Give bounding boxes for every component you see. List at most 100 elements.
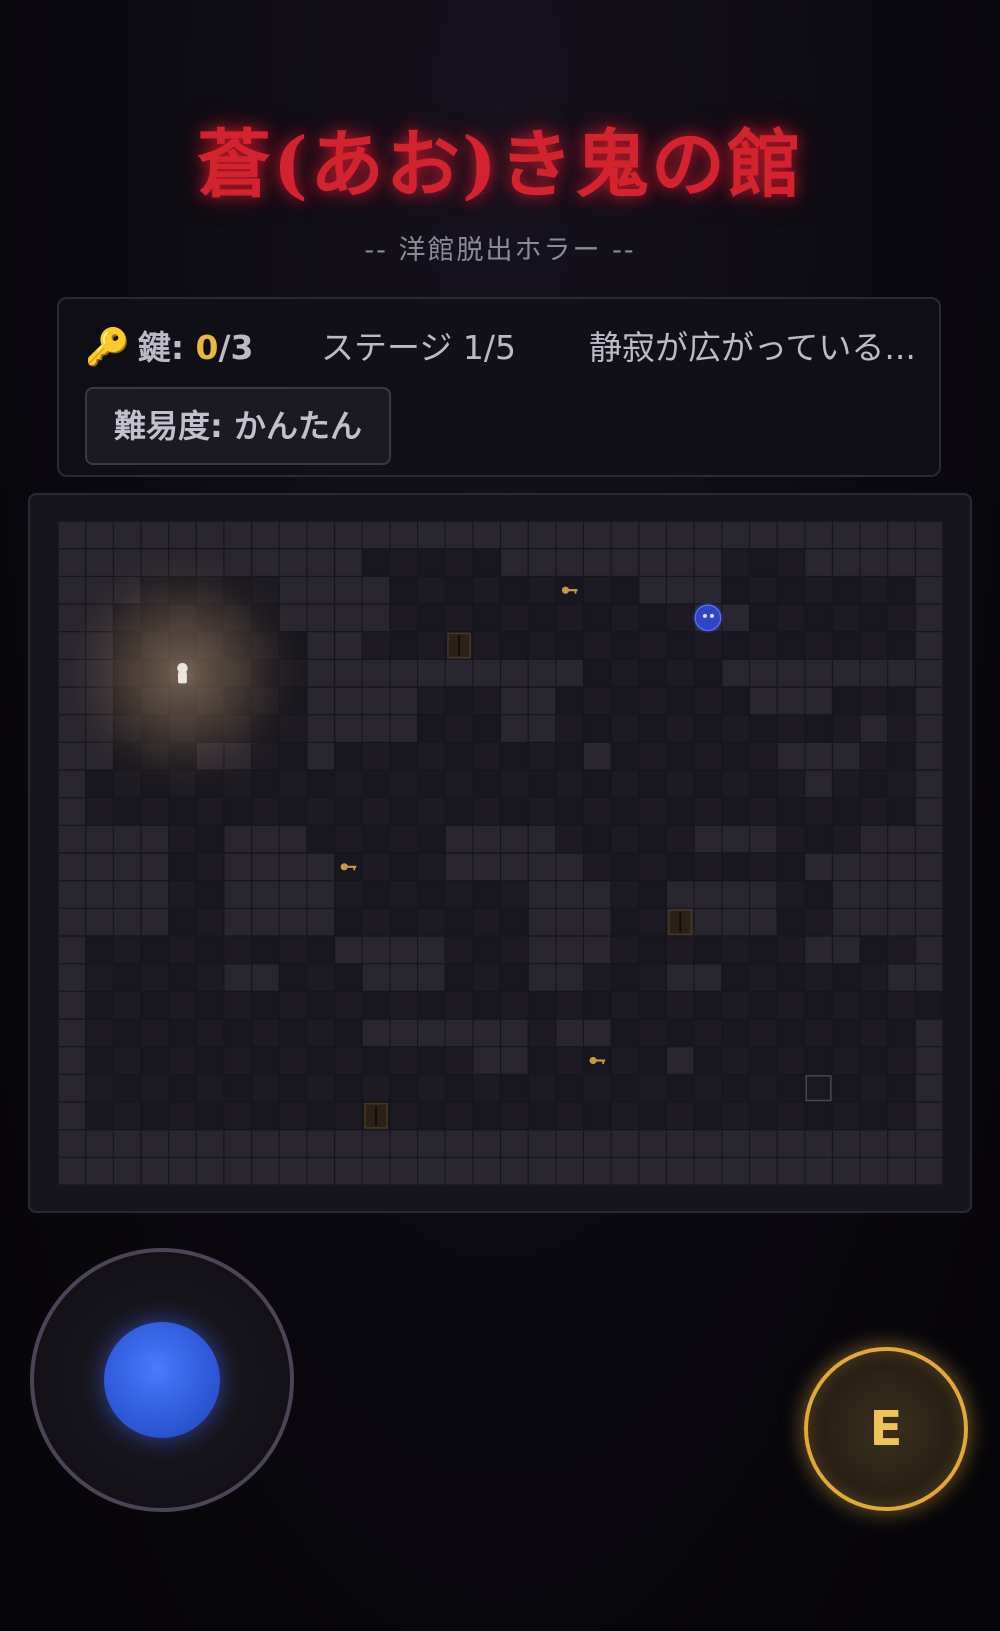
floor-tile xyxy=(611,687,639,715)
wall-tile xyxy=(805,770,832,798)
floor-tile xyxy=(418,687,445,715)
wall-tile xyxy=(445,521,473,549)
floor-tile xyxy=(307,936,334,964)
floor-tile xyxy=(777,881,805,908)
floor-tile xyxy=(279,991,307,1019)
floor-tile xyxy=(833,825,860,853)
floor-tile xyxy=(722,632,749,659)
floor-tile xyxy=(611,825,639,853)
floor-tile xyxy=(141,1074,169,1102)
wall-tile xyxy=(224,1130,251,1157)
joystick-knob[interactable] xyxy=(104,1322,220,1438)
floor-tile xyxy=(418,770,445,798)
floor-tile xyxy=(169,908,196,936)
floor-tile xyxy=(196,1074,224,1102)
wall-tile xyxy=(501,659,528,687)
wall-tile xyxy=(584,936,611,964)
wall-tile xyxy=(667,1130,694,1157)
wall-tile xyxy=(722,908,749,936)
wall-tile xyxy=(860,908,888,936)
floor-tile xyxy=(501,964,528,991)
floor-tile xyxy=(750,742,777,770)
wall-tile xyxy=(501,715,528,742)
floor-tile xyxy=(418,632,445,659)
floor-tile xyxy=(639,964,666,991)
floor-tile xyxy=(141,964,169,991)
wall-tile xyxy=(777,1157,805,1185)
floor-tile xyxy=(169,991,196,1019)
floor-tile xyxy=(335,742,362,770)
floor-tile xyxy=(750,964,777,991)
floor-tile xyxy=(833,604,860,632)
difficulty-button[interactable]: 難易度: かんたん xyxy=(85,387,391,465)
wall-tile xyxy=(141,881,169,908)
floor-tile xyxy=(501,798,528,825)
floor-tile xyxy=(639,1102,666,1130)
floor-tile xyxy=(750,715,777,742)
floor-tile xyxy=(501,1074,528,1102)
floor-tile xyxy=(833,1074,860,1102)
floor-tile xyxy=(639,742,666,770)
wall-tile xyxy=(362,1019,390,1047)
wall-tile xyxy=(833,742,860,770)
wall-tile xyxy=(279,1130,307,1157)
wall-tile xyxy=(113,853,141,881)
floor-tile xyxy=(611,1019,639,1047)
wall-tile xyxy=(528,964,556,991)
floor-tile xyxy=(639,715,666,742)
wall-tile xyxy=(58,908,86,936)
floor-tile xyxy=(196,908,224,936)
wall-tile xyxy=(528,1130,556,1157)
wall-tile xyxy=(224,1157,251,1185)
floor-tile xyxy=(279,1047,307,1074)
floor-tile xyxy=(252,1019,279,1047)
floor-tile xyxy=(722,576,749,604)
floor-tile xyxy=(833,576,860,604)
floor-tile xyxy=(777,632,805,659)
action-button[interactable]: E xyxy=(804,1347,968,1511)
wall-tile xyxy=(556,659,583,687)
wall-tile xyxy=(833,659,860,687)
wall-tile xyxy=(169,1157,196,1185)
stage-indicator: ステージ 1/5 xyxy=(321,328,516,367)
floor-tile xyxy=(418,1047,445,1074)
wall-tile xyxy=(141,1157,169,1185)
floor-tile xyxy=(694,1074,722,1102)
floor-tile xyxy=(390,1047,417,1074)
wall-tile xyxy=(694,1130,722,1157)
wall-tile xyxy=(860,715,888,742)
wall-tile xyxy=(528,853,556,881)
wall-tile xyxy=(501,549,528,576)
wall-tile xyxy=(860,659,888,687)
floor-tile xyxy=(777,1019,805,1047)
floor-tile xyxy=(750,632,777,659)
wall-tile xyxy=(473,853,500,881)
floor-tile xyxy=(169,964,196,991)
floor-tile xyxy=(501,908,528,936)
floor-tile xyxy=(777,604,805,632)
floor-tile xyxy=(418,798,445,825)
floor-tile xyxy=(473,798,500,825)
floor-tile xyxy=(888,798,915,825)
wall-tile xyxy=(915,549,943,576)
wall-tile xyxy=(58,964,86,991)
virtual-joystick[interactable] xyxy=(30,1248,294,1512)
floor-tile xyxy=(611,991,639,1019)
wall-tile xyxy=(694,825,722,853)
wall-tile xyxy=(196,1130,224,1157)
floor-tile xyxy=(362,742,390,770)
floor-tile xyxy=(335,908,362,936)
wall-tile xyxy=(667,1047,694,1074)
wall-tile xyxy=(307,881,334,908)
floor-tile xyxy=(860,1102,888,1130)
floor-tile xyxy=(390,576,417,604)
floor-tile xyxy=(279,1102,307,1130)
wall-tile xyxy=(805,1130,832,1157)
floor-tile xyxy=(335,1102,362,1130)
floor-tile xyxy=(390,798,417,825)
floor-tile xyxy=(556,798,583,825)
floor-tile xyxy=(639,659,666,687)
floor-tile xyxy=(639,604,666,632)
floor-tile xyxy=(860,687,888,715)
floor-tile xyxy=(556,632,583,659)
